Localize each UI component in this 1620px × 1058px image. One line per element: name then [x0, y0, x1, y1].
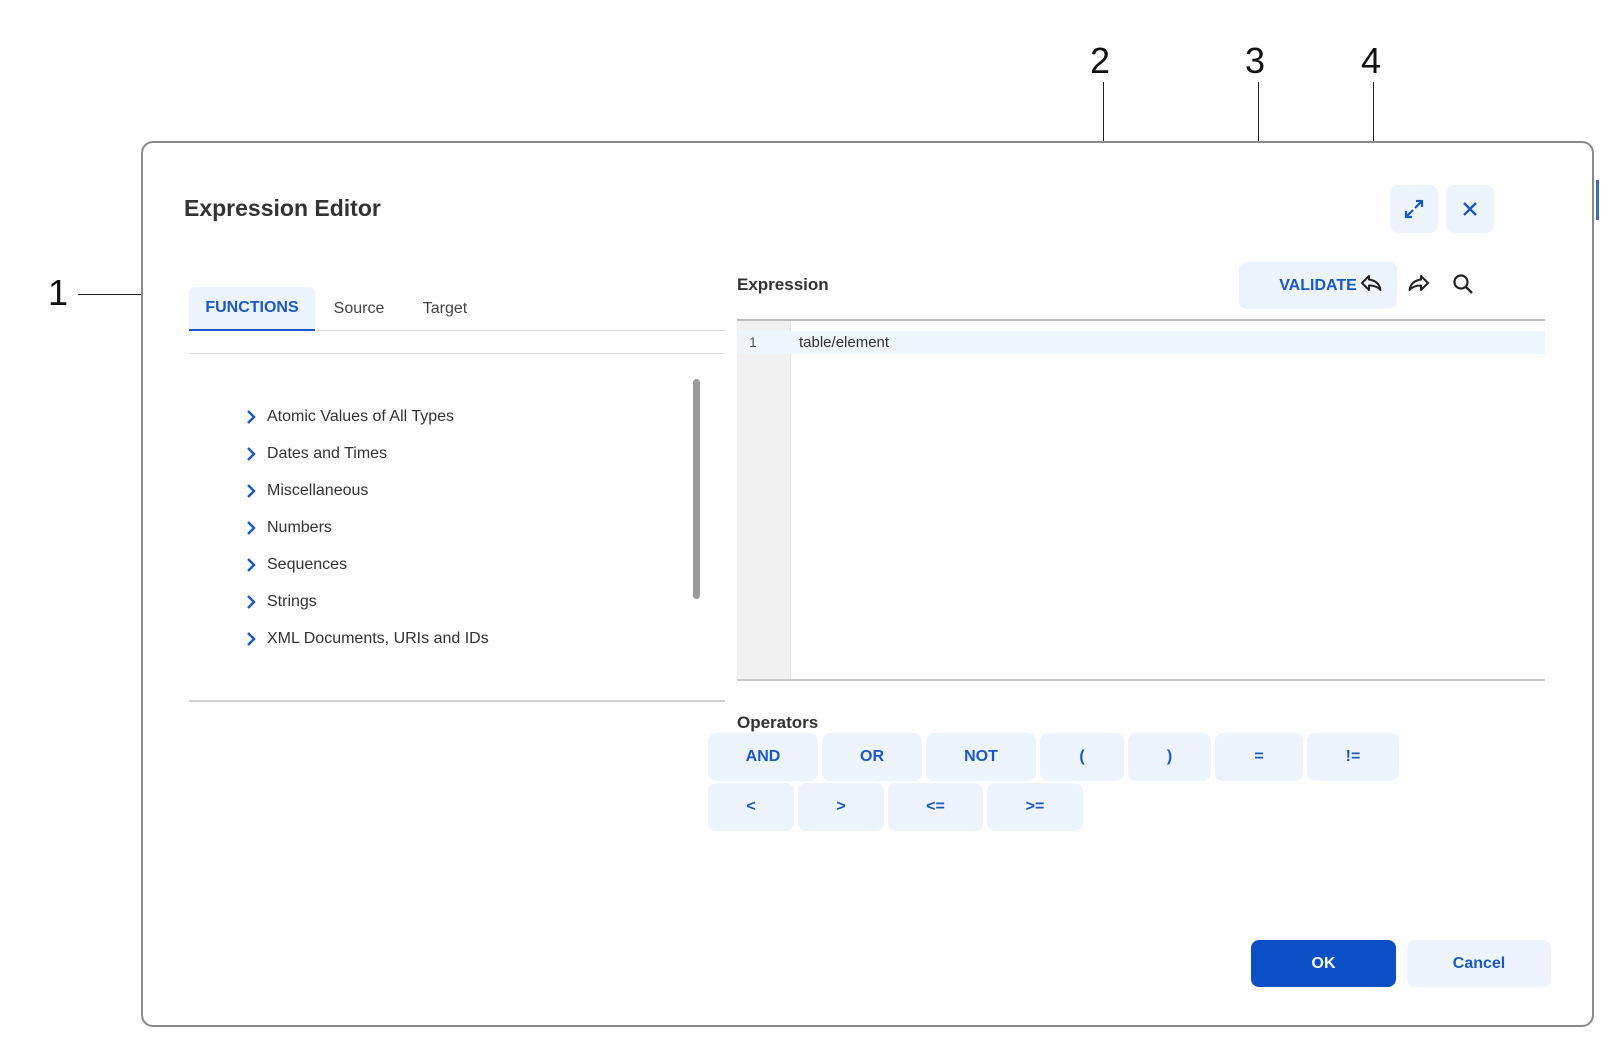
- chevron-right-icon: [247, 632, 256, 646]
- list-item[interactable]: Numbers: [239, 516, 332, 540]
- function-list-scrollbar[interactable]: [693, 379, 700, 599]
- function-category-label: Numbers: [267, 519, 332, 536]
- list-item[interactable]: XML Documents, URIs and IDs: [239, 627, 489, 651]
- operator-greater-equal-button[interactable]: >=: [987, 783, 1083, 831]
- list-item[interactable]: Sequences: [239, 553, 347, 577]
- redo-button[interactable]: [1403, 269, 1433, 299]
- cancel-button[interactable]: Cancel: [1407, 940, 1551, 987]
- chevron-right-icon: [247, 558, 256, 572]
- operator-less-than-button[interactable]: <: [708, 783, 794, 831]
- left-panel-divider: [189, 700, 725, 702]
- operator-open-paren-button[interactable]: (: [1040, 733, 1124, 781]
- operator-or-button[interactable]: OR: [822, 733, 922, 781]
- callout-3: 3: [1245, 40, 1266, 81]
- tab-source[interactable]: Source: [319, 287, 399, 331]
- function-category-label: XML Documents, URIs and IDs: [267, 630, 489, 647]
- callout-1: 1: [48, 272, 69, 313]
- list-item[interactable]: Strings: [239, 590, 317, 614]
- operator-not-equals-button[interactable]: !=: [1307, 733, 1399, 781]
- chevron-right-icon: [247, 521, 256, 535]
- tabs-separator: [189, 353, 725, 354]
- callout-4: 4: [1361, 40, 1382, 81]
- expand-icon: [1404, 199, 1424, 219]
- operator-equals-button[interactable]: =: [1215, 733, 1303, 781]
- dialog-title: Expression Editor: [184, 195, 381, 221]
- function-category-label: Sequences: [267, 556, 348, 573]
- chevron-right-icon: [247, 447, 256, 461]
- function-category-label: Strings: [267, 593, 317, 610]
- tab-target[interactable]: Target: [405, 287, 485, 331]
- function-category-label: Miscellaneous: [267, 482, 369, 499]
- panel-tabs: FUNCTIONS Source Target: [189, 287, 725, 331]
- line-number: 1: [749, 334, 757, 350]
- list-item[interactable]: Atomic Values of All Types: [239, 405, 454, 429]
- backdrop-edge: [1596, 180, 1599, 220]
- ok-button[interactable]: OK: [1251, 940, 1396, 987]
- callout-2: 2: [1090, 40, 1111, 81]
- search-icon: [1453, 274, 1473, 294]
- search-button[interactable]: [1448, 269, 1478, 299]
- expression-label: Expression: [737, 275, 829, 294]
- operator-close-paren-button[interactable]: ): [1128, 733, 1211, 781]
- function-category-label: Dates and Times: [267, 445, 388, 462]
- expression-editor[interactable]: 1 table/element: [737, 319, 1545, 681]
- redo-icon: [1408, 275, 1429, 291]
- close-button[interactable]: [1446, 185, 1494, 233]
- list-item[interactable]: Miscellaneous: [239, 479, 368, 503]
- callout-1-line: [78, 294, 149, 295]
- operators-label: Operators: [737, 713, 819, 732]
- tab-functions[interactable]: FUNCTIONS: [189, 287, 315, 331]
- maximize-button[interactable]: [1390, 185, 1438, 233]
- undo-button[interactable]: [1357, 269, 1387, 299]
- operator-and-button[interactable]: AND: [708, 733, 818, 781]
- undo-icon: [1361, 275, 1382, 291]
- operator-greater-than-button[interactable]: >: [798, 783, 884, 831]
- expression-editor-dialog: Expression Editor FUNCTIONS Source Targe…: [141, 141, 1594, 1027]
- list-item[interactable]: Dates and Times: [239, 442, 387, 466]
- operator-not-button[interactable]: NOT: [926, 733, 1036, 781]
- chevron-right-icon: [247, 595, 256, 609]
- chevron-right-icon: [247, 410, 256, 424]
- chevron-right-icon: [247, 484, 256, 498]
- expression-line-text[interactable]: table/element: [799, 334, 889, 351]
- close-icon: [1463, 202, 1477, 216]
- line-number-gutter: [737, 321, 791, 679]
- function-category-label: Atomic Values of All Types: [267, 408, 455, 425]
- operator-less-equal-button[interactable]: <=: [888, 783, 983, 831]
